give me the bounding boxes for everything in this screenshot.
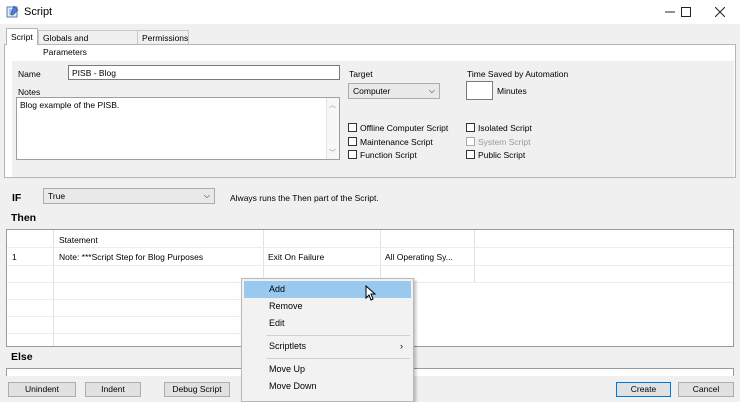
- chevron-down-icon: ⌵: [203, 191, 210, 200]
- offline-computer-script-checkbox[interactable]: [348, 123, 357, 132]
- function-script-checkbox[interactable]: [348, 150, 357, 159]
- name-label: Name: [18, 69, 41, 79]
- time-saved-input[interactable]: [466, 81, 493, 100]
- unindent-button[interactable]: Unindent: [8, 382, 76, 397]
- isolated-script-checkbox[interactable]: [466, 123, 475, 132]
- menu-item-remove[interactable]: Remove: [244, 298, 411, 315]
- row-operating-system: All Operating Sy...: [385, 252, 453, 262]
- menu-item-edit[interactable]: Edit: [244, 315, 411, 332]
- name-input[interactable]: PISB - Blog: [68, 65, 340, 80]
- table-row[interactable]: 1 Note: ***Script Step for Blog Purposes…: [6, 248, 734, 265]
- tab-permissions[interactable]: Permissions: [137, 30, 189, 44]
- notes-text: Blog example of the PISB.: [20, 100, 120, 110]
- offline-computer-script-label: Offline Computer Script: [360, 123, 449, 133]
- minutes-label: Minutes: [497, 86, 527, 96]
- isolated-script-label: Isolated Script: [478, 123, 532, 133]
- public-script-label: Public Script: [478, 150, 526, 160]
- if-condition-select[interactable]: True ⌵: [43, 188, 215, 204]
- title-bar: [0, 0, 740, 24]
- time-saved-label: Time Saved by Automation: [467, 69, 569, 79]
- context-menu: Add Remove Edit Scriptlets › Move Up Mov…: [241, 278, 414, 402]
- indent-button[interactable]: Indent: [85, 382, 141, 397]
- menu-item-scriptlets-label: Scriptlets: [269, 341, 307, 351]
- mouse-cursor-icon: [365, 285, 377, 301]
- maintenance-script-checkbox[interactable]: [348, 137, 357, 146]
- target-select-value: Computer: [353, 86, 391, 96]
- scroll-down-icon[interactable]: ﹀: [329, 148, 336, 160]
- statement-column-header: Statement: [59, 235, 98, 245]
- menu-item-scriptlets[interactable]: Scriptlets ›: [244, 338, 411, 355]
- maximize-icon[interactable]: [670, 0, 702, 24]
- tab-script[interactable]: Script: [6, 28, 38, 45]
- if-description: Always runs the Then part of the Script.: [230, 193, 379, 203]
- cancel-button[interactable]: Cancel: [678, 382, 734, 397]
- function-script-label: Function Script: [360, 150, 417, 160]
- chevron-down-icon: ⌵: [428, 86, 435, 95]
- notes-scrollbar[interactable]: ︿ ﹀: [326, 98, 339, 159]
- menu-separator: [266, 358, 410, 359]
- notes-label: Notes: [18, 87, 41, 97]
- row-on-failure: Exit On Failure: [268, 252, 325, 262]
- row-statement: Note: ***Script Step for Blog Purposes: [59, 252, 204, 262]
- script-window-icon: [6, 5, 19, 18]
- menu-item-move-down[interactable]: Move Down: [244, 378, 411, 395]
- row-number: 1: [12, 252, 17, 262]
- notes-textarea[interactable]: Blog example of the PISB. ︿ ﹀: [16, 97, 340, 160]
- system-script-label: System Script: [478, 137, 531, 147]
- scroll-up-icon[interactable]: ︿: [329, 100, 336, 112]
- window-title: Script: [24, 6, 53, 18]
- if-label: IF: [12, 192, 22, 204]
- create-button[interactable]: Create: [616, 382, 671, 397]
- menu-separator: [266, 335, 410, 336]
- if-condition-value: True: [48, 191, 66, 201]
- chevron-right-icon: ›: [400, 341, 403, 351]
- debug-script-button[interactable]: Debug Script: [164, 382, 230, 397]
- else-label: Else: [11, 351, 33, 363]
- target-label: Target: [349, 69, 373, 79]
- target-select[interactable]: Computer ⌵: [348, 83, 440, 99]
- public-script-checkbox[interactable]: [466, 150, 475, 159]
- menu-item-move-up[interactable]: Move Up: [244, 361, 411, 378]
- system-script-checkbox: [466, 137, 475, 146]
- menu-item-add[interactable]: Add: [244, 281, 411, 298]
- tab-globals-and-parameters[interactable]: Globals and Parameters: [38, 30, 138, 57]
- close-icon[interactable]: [704, 0, 736, 24]
- maintenance-script-label: Maintenance Script: [360, 137, 433, 147]
- then-label: Then: [11, 212, 37, 224]
